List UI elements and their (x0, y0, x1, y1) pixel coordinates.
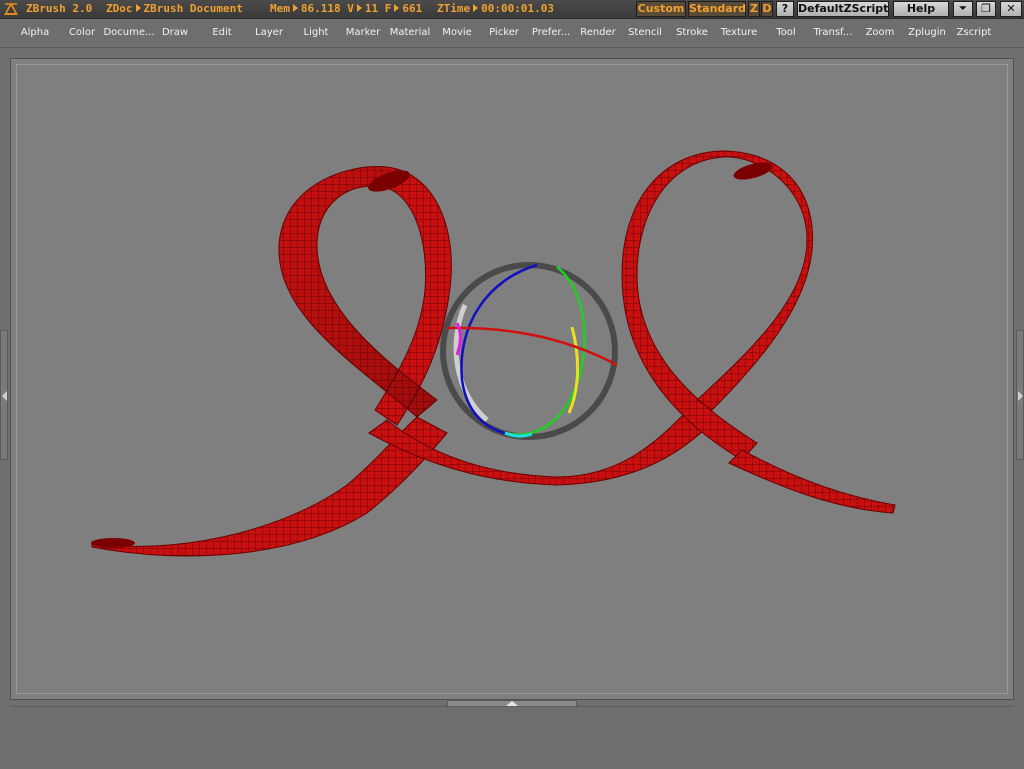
left-panel-handle[interactable] (0, 330, 8, 460)
v-value: 11 (364, 2, 379, 15)
menu-texture[interactable]: Texture (721, 27, 758, 38)
minimize-icon[interactable]: ⏷ (953, 1, 973, 17)
menu-material[interactable]: Material (390, 27, 431, 38)
f-label: F (384, 2, 392, 15)
restore-icon[interactable]: ❐ (976, 1, 996, 17)
chevron-left-icon (2, 391, 7, 401)
viewport-scene (91, 150, 896, 557)
ztime-value: 00:00:01.03 (481, 2, 554, 15)
menu-picker[interactable]: Picker (489, 27, 519, 38)
app-title: ZBrush 2.0 (26, 2, 93, 15)
rotation-gizmo[interactable] (440, 262, 618, 440)
menu-layer[interactable]: Layer (255, 27, 283, 38)
mem-label: Mem (270, 2, 290, 15)
bottom-tray (10, 706, 1014, 769)
f-value: 661 (402, 2, 423, 15)
stat-arrow-icon (394, 4, 400, 12)
ztime-label: ZTime (437, 2, 471, 15)
menu-stroke[interactable]: Stroke (676, 27, 708, 38)
menu-zscript[interactable]: Zscript (957, 27, 992, 38)
menu-edit[interactable]: Edit (212, 27, 231, 38)
document-name: ZBrush Document (143, 2, 243, 15)
menu-zplugin[interactable]: Zplugin (908, 27, 946, 38)
menu-document[interactable]: Docume... (103, 27, 154, 38)
breadcrumb-arrow-icon (135, 4, 141, 12)
right-panel-handle[interactable] (1016, 330, 1024, 460)
menu-zoom[interactable]: Zoom (866, 27, 895, 38)
title-bar: ZBrush 2.0 ZDoc ZBrush Document Mem 86.118… (0, 0, 1024, 19)
menu-bar: Alpha Color Docume... Draw Edit Layer Li… (0, 19, 1024, 48)
custom-layout-button[interactable]: Custom (636, 1, 686, 17)
z-button[interactable]: Z (748, 1, 760, 17)
close-icon[interactable]: ✕ (1000, 1, 1022, 17)
stat-arrow-icon (473, 4, 479, 12)
chevron-right-icon (1018, 391, 1023, 401)
menu-alpha[interactable]: Alpha (21, 27, 49, 38)
zbrush-logo-icon (4, 2, 18, 15)
standard-layout-button[interactable]: Standard (688, 1, 746, 17)
menu-draw[interactable]: Draw (162, 27, 188, 38)
ztime-stat: ZTime 00:00:01.03 (437, 2, 554, 15)
menu-marker[interactable]: Marker (346, 27, 381, 38)
menu-render[interactable]: Render (580, 27, 616, 38)
menu-movie[interactable]: Movie (442, 27, 472, 38)
menu-tool[interactable]: Tool (776, 27, 795, 38)
red-ribbon-mesh[interactable] (91, 150, 896, 557)
document-canvas[interactable] (16, 64, 1008, 694)
menu-light[interactable]: Light (304, 27, 329, 38)
d-button[interactable]: D (761, 1, 773, 17)
default-zscript-button[interactable]: DefaultZScript (797, 1, 889, 17)
menu-color[interactable]: Color (69, 27, 95, 38)
zdoc-label: ZDoc (106, 2, 133, 15)
document-breadcrumb: ZDoc ZBrush Document (106, 2, 243, 15)
stat-arrow-icon (292, 4, 298, 12)
mem-value: 86.118 (300, 2, 341, 15)
help-button[interactable]: Help (893, 1, 949, 17)
menu-transform[interactable]: Transf... (814, 27, 853, 38)
menu-preferences[interactable]: Prefer... (532, 27, 570, 38)
menu-stencil[interactable]: Stencil (628, 27, 662, 38)
stat-arrow-icon (356, 4, 362, 12)
v-label: V (347, 2, 354, 15)
memory-stats: Mem 86.118 V 11 F 661 (270, 2, 422, 15)
quick-help-button[interactable]: ? (776, 1, 794, 17)
